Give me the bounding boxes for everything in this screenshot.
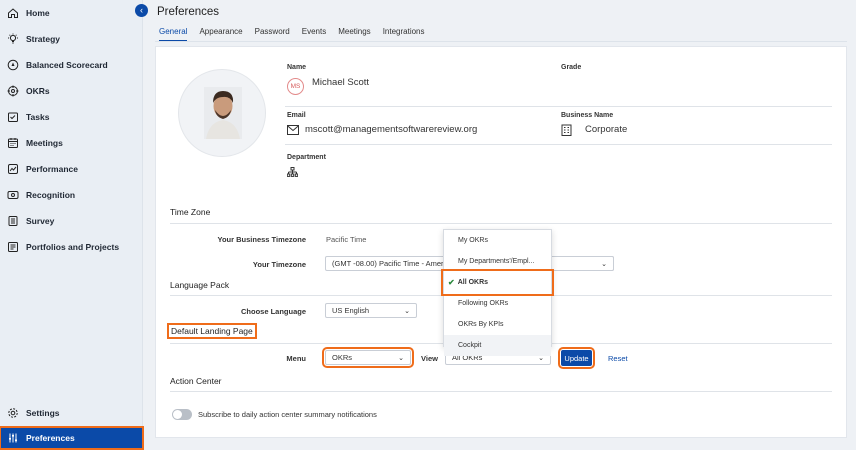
tab-general[interactable]: General: [159, 27, 188, 42]
menu-label: Menu: [286, 354, 306, 363]
tab-password[interactable]: Password: [255, 27, 290, 42]
sidebar-item-label: Performance: [26, 164, 78, 174]
choose-language-label: Choose Language: [240, 307, 306, 316]
dropdown-option-my-departments[interactable]: My Departments'/Empl...: [444, 251, 551, 272]
action-center-toggle[interactable]: [172, 409, 192, 420]
timezone-select-toggle[interactable]: ⌄: [548, 256, 614, 271]
tab-meetings[interactable]: Meetings: [338, 27, 370, 42]
check-icon: ✔: [448, 278, 455, 287]
chevron-down-icon: ⌄: [398, 354, 404, 362]
portfolio-icon: [7, 241, 19, 253]
gear-icon: [7, 407, 19, 419]
divider: [170, 391, 832, 392]
sidebar-item-label: Balanced Scorecard: [26, 60, 108, 70]
sidebar-item-label: Tasks: [26, 112, 50, 122]
update-button[interactable]: Update: [558, 347, 595, 369]
sidebar-item-home[interactable]: Home: [0, 2, 143, 24]
dropdown-option-label: All OKRs: [457, 279, 489, 286]
sidebar-item-preferences[interactable]: Preferences: [0, 426, 144, 450]
business-name-label: Business Name: [561, 112, 614, 119]
divider: [170, 223, 832, 224]
page-title: Preferences: [157, 6, 220, 18]
action-center-toggle-label: Subscribe to daily action center summary…: [198, 410, 377, 419]
survey-icon: [7, 215, 19, 227]
dropdown-option-cockpit[interactable]: Cockpit: [444, 335, 551, 356]
sidebar-item-label: Preferences: [26, 433, 75, 443]
initials-badge: MS: [287, 78, 304, 95]
email-value: mscott@managementsoftwarereview.org: [305, 124, 478, 135]
business-timezone-label: Your Business Timezone: [217, 235, 307, 244]
sidebar-item-label: Settings: [26, 408, 60, 418]
dropdown-option-okrs-by-kpis[interactable]: OKRs By KPIs: [444, 314, 551, 335]
building-icon: [561, 124, 572, 138]
divider: [285, 106, 832, 107]
language-pack-section-title: Language Pack: [170, 280, 230, 290]
dropdown-option-my-okrs[interactable]: My OKRs: [444, 230, 551, 251]
time-zone-section-title: Time Zone: [170, 207, 211, 217]
target-icon: [7, 85, 19, 97]
envelope-icon: [287, 125, 299, 137]
sidebar-item-survey[interactable]: Survey: [0, 210, 143, 232]
department-label: Department: [287, 154, 326, 161]
calendar-icon: [7, 137, 19, 149]
menu-select[interactable]: OKRs ⌄: [322, 347, 414, 368]
chevron-down-icon: ⌄: [601, 260, 607, 268]
name-label: Name: [287, 64, 307, 71]
chevron-left-icon[interactable]: ‹: [135, 4, 148, 17]
action-center-section-title: Action Center: [170, 376, 222, 386]
recognition-icon: [7, 189, 19, 201]
email-label: Email: [287, 112, 306, 119]
lightbulb-icon: [7, 33, 19, 45]
tab-bar: General Appearance Password Events Meeti…: [159, 27, 425, 42]
language-select[interactable]: US English ⌄: [325, 303, 417, 318]
menu-select-value: OKRs: [332, 353, 353, 362]
sidebar-item-label: OKRs: [26, 86, 50, 96]
sidebar-item-tasks[interactable]: Tasks: [0, 106, 143, 128]
org-chart-icon: [286, 167, 299, 180]
sidebar-item-label: Portfolios and Projects: [26, 242, 120, 252]
your-timezone-label: Your Timezone: [252, 260, 306, 269]
sidebar-item-okrs[interactable]: OKRs: [0, 80, 143, 102]
business-timezone-value: Pacific Time: [326, 235, 367, 244]
sidebar-item-label: Survey: [26, 216, 55, 226]
sidebar-item-settings[interactable]: Settings: [0, 402, 143, 424]
dropdown-option-following-okrs[interactable]: Following OKRs: [444, 293, 551, 314]
sidebar-item-label: Recognition: [26, 190, 76, 200]
sliders-icon: [7, 432, 19, 444]
sidebar-item-label: Home: [26, 8, 50, 18]
sidebar-item-label: Strategy: [26, 34, 61, 44]
language-select-value: US English: [332, 306, 370, 315]
home-icon: [7, 7, 19, 19]
sidebar-item-recognition[interactable]: Recognition: [0, 184, 143, 206]
profile-name: Michael Scott: [312, 77, 370, 88]
view-dropdown-menu: My OKRs My Departments'/Empl... ✔ All OK…: [441, 229, 554, 356]
sidebar-item-meetings[interactable]: Meetings: [0, 132, 143, 154]
chart-icon: [7, 163, 19, 175]
tasks-icon: [7, 111, 19, 123]
sidebar-item-strategy[interactable]: Strategy: [0, 28, 143, 50]
sidebar-item-performance[interactable]: Performance: [0, 158, 143, 180]
tab-integrations[interactable]: Integrations: [383, 27, 425, 42]
reset-link[interactable]: Reset: [608, 354, 628, 363]
dropdown-option-all-okrs[interactable]: ✔ All OKRs: [441, 269, 554, 296]
chevron-down-icon: ⌄: [404, 307, 410, 315]
sidebar-item-balanced-scorecard[interactable]: Balanced Scorecard: [0, 54, 143, 76]
tab-events[interactable]: Events: [302, 27, 326, 42]
tabs-divider: [155, 41, 847, 42]
preferences-card: Name MS Michael Scott Grade Email mscott…: [155, 46, 847, 438]
default-landing-page-section-title: Default Landing Page: [167, 323, 257, 339]
tab-appearance[interactable]: Appearance: [199, 27, 242, 42]
sidebar: Home Strategy Balanced Scorecard OKRs Ta…: [0, 0, 144, 450]
sidebar-item-portfolios-and-projects[interactable]: Portfolios and Projects: [0, 236, 143, 258]
grade-label: Grade: [561, 64, 582, 71]
timezone-select-value: (GMT -08.00) Pacific Time - Amer: [332, 259, 444, 268]
divider: [285, 144, 832, 145]
avatar[interactable]: [178, 69, 266, 157]
business-name-value: Corporate: [585, 124, 628, 135]
view-label: View: [421, 354, 438, 363]
scorecard-icon: [7, 59, 19, 71]
sidebar-item-label: Meetings: [26, 138, 63, 148]
